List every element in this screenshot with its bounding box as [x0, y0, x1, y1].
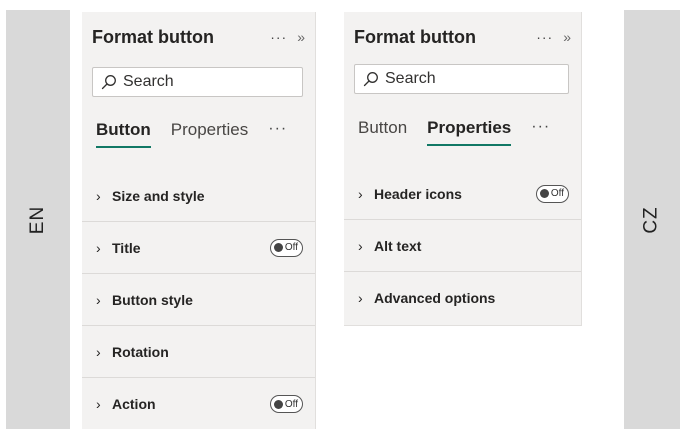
section-label: Size and style [112, 187, 205, 204]
action-toggle[interactable]: Off [269, 395, 303, 413]
chevron-right-icon: › [96, 239, 101, 256]
toggle-label: Off [284, 242, 298, 253]
section-label: Rotation [112, 343, 169, 360]
tabs-more-icon[interactable]: ··· [268, 120, 287, 138]
pane-header: Format button ··· » [92, 24, 305, 50]
more-options-icon[interactable]: ··· [536, 29, 553, 45]
section-label: Title [112, 239, 141, 256]
pane-title: Format button [354, 26, 476, 47]
section-rotation[interactable]: › Rotation [82, 326, 315, 378]
language-bar-en: EN [6, 10, 70, 429]
section-label: Action [112, 396, 156, 412]
section-header-icons[interactable]: › Header icons Off [344, 168, 581, 220]
format-pane-cz: Format button ··· » Button Properties ··… [344, 12, 582, 326]
section-button-style[interactable]: › Button style [82, 274, 315, 326]
tab-bar: Button Properties ··· [358, 118, 571, 154]
collapse-pane-icon[interactable]: » [297, 29, 305, 45]
chevron-right-icon: › [358, 237, 363, 254]
language-bar-cz: CZ [624, 10, 680, 429]
chevron-right-icon: › [96, 187, 101, 204]
tabs-more-icon[interactable]: ··· [531, 118, 550, 136]
toggle-knob [539, 189, 549, 198]
language-label-cz: CZ [640, 205, 662, 234]
section-label: Alt text [374, 237, 422, 254]
search-box[interactable] [92, 67, 303, 97]
section-label: Header icons [374, 185, 462, 202]
collapse-pane-icon[interactable]: » [563, 29, 571, 45]
chevron-right-icon: › [358, 185, 363, 202]
header-icons-toggle[interactable]: Off [535, 184, 569, 203]
section-advanced-options[interactable]: › Advanced options [344, 272, 581, 324]
toggle-knob [273, 243, 283, 252]
section-label: Button style [112, 291, 193, 308]
pane-header: Format button ··· » [354, 24, 571, 50]
search-box[interactable] [354, 64, 569, 94]
tab-properties[interactable]: Properties [427, 118, 512, 146]
format-pane-en: Format button ··· » Button Properties ··… [82, 12, 316, 429]
section-title[interactable]: › Title Off [82, 222, 315, 274]
toggle-knob [273, 399, 283, 409]
chevron-right-icon: › [96, 291, 101, 308]
section-size-and-style[interactable]: › Size and style [82, 170, 315, 222]
toggle-label: Off [550, 188, 564, 199]
chevron-right-icon: › [96, 343, 101, 360]
tab-properties[interactable]: Properties [171, 120, 248, 148]
section-action[interactable]: › Action Off [82, 378, 315, 430]
search-input[interactable] [385, 70, 535, 88]
tab-button[interactable]: Button [96, 120, 151, 148]
search-input[interactable] [123, 73, 273, 91]
more-options-icon[interactable]: ··· [270, 29, 287, 45]
pane-title: Format button [92, 26, 214, 47]
title-toggle[interactable]: Off [269, 238, 303, 257]
search-icon [101, 75, 116, 90]
tab-button[interactable]: Button [358, 118, 407, 146]
toggle-label: Off [284, 398, 298, 410]
tab-bar: Button Properties ··· [96, 120, 305, 156]
language-label-en: EN [27, 205, 48, 234]
chevron-right-icon: › [358, 290, 363, 306]
section-label: Advanced options [374, 290, 496, 306]
chevron-right-icon: › [96, 396, 101, 412]
search-icon [363, 72, 378, 87]
section-alt-text[interactable]: › Alt text [344, 220, 581, 272]
